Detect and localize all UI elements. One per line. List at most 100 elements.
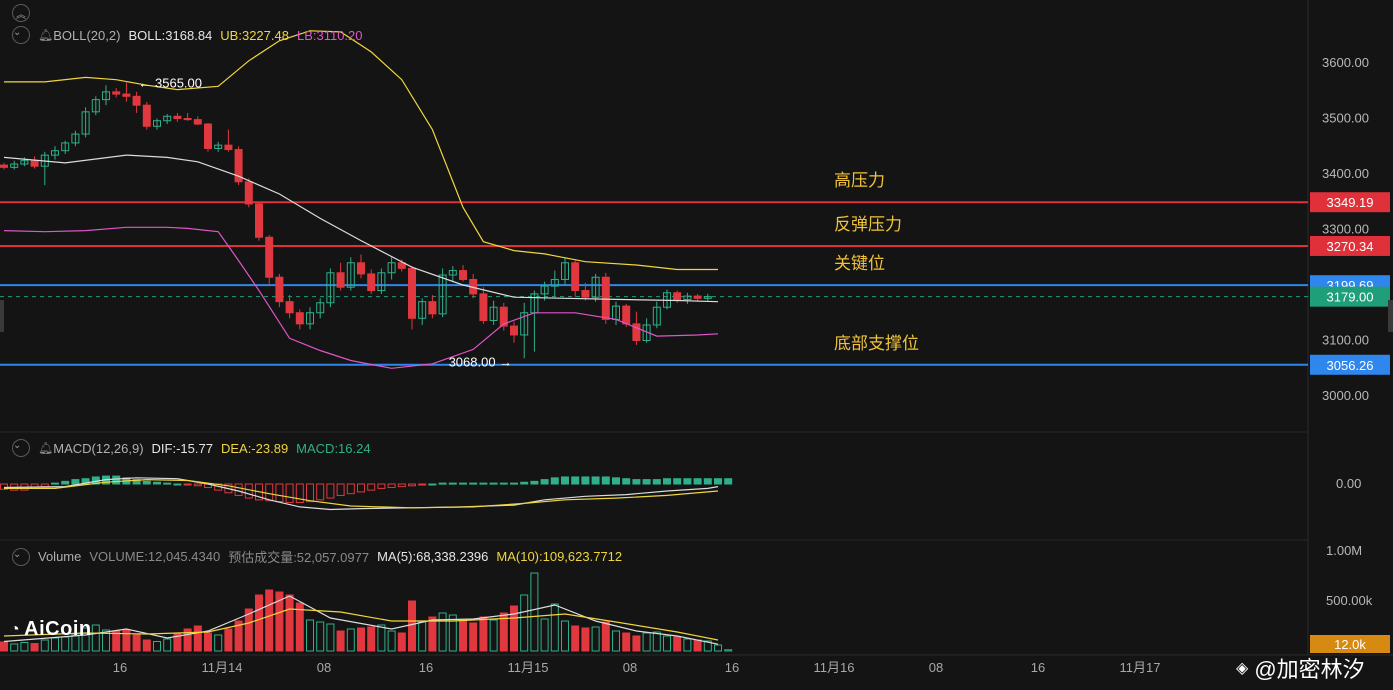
candle-body <box>204 123 212 149</box>
binance-diamond-icon: ◈ <box>1236 660 1249 677</box>
macd-hist-bar <box>357 483 365 493</box>
volume-ma10: MA(10):109,623.7712 <box>496 549 623 564</box>
volume-bar <box>530 572 539 652</box>
macd-hist-bar <box>663 478 671 485</box>
candle-body <box>601 276 610 320</box>
time-axis[interactable]: 16 11月14 08 16 11月15 08 16 11月16 08 16 11月17 <box>113 660 1161 675</box>
aicoin-logo: ◔ AiCoin <box>10 618 92 641</box>
volume-bar <box>40 639 49 652</box>
volume-bar <box>214 634 223 652</box>
volume-bar <box>591 626 600 652</box>
high-price-annotation: ← 3565.00 <box>138 75 202 90</box>
macd-hist-bar <box>306 483 314 503</box>
price-tick-label: 3000.00 <box>1322 388 1369 403</box>
author-watermark: ◈ @加密林汐 <box>1236 652 1365 684</box>
macd-dea-value: DEA:-23.89 <box>220 440 289 456</box>
right-drag-handle <box>1388 300 1393 332</box>
volume-bar <box>357 627 365 652</box>
volume-bar <box>663 635 671 652</box>
price-axis[interactable]: 3600.00 3500.00 3400.00 3300.00 3100.00 3000.… <box>1322 55 1373 608</box>
volume-bar <box>142 639 151 652</box>
time-tick-label: 08 <box>317 660 331 675</box>
macd-hist-bar <box>153 481 161 485</box>
candle-body <box>122 93 131 97</box>
time-tick-label: 16 <box>113 660 127 675</box>
candle-body <box>275 276 284 303</box>
macd-hist-bar <box>397 483 406 488</box>
volume-name[interactable]: Volume <box>38 549 81 564</box>
macd-hist-bar <box>591 476 600 485</box>
level-name-label: 高压力 <box>834 171 885 190</box>
candle-body <box>510 325 518 336</box>
volume-bar <box>316 621 325 652</box>
boll-name[interactable]: BOLL(20,2) <box>53 28 120 43</box>
low-price-annotation: 3068.00 → <box>449 354 513 369</box>
bell-icon[interactable]: 🔔︎ <box>38 28 53 42</box>
macd-hist-bar <box>183 483 192 486</box>
chevron-down-icon[interactable]: ⌄ <box>12 26 30 44</box>
volume-bar <box>163 638 172 652</box>
chevron-down-icon[interactable]: ⌄ <box>12 547 30 566</box>
level-name-label: 反弹压力 <box>834 215 902 234</box>
volume-bar <box>397 632 406 652</box>
candle-body <box>295 312 304 325</box>
macd-hist-bar <box>540 479 549 485</box>
time-tick-label: 16 <box>419 660 433 675</box>
volume-bar <box>683 638 692 652</box>
chart-canvas[interactable]: 12.0k 高压力3349.19反弹压力3270.34关键位3199.69底部支… <box>0 0 1393 690</box>
candle-body <box>408 267 416 319</box>
chevron-up-icon[interactable]: ︽ <box>12 4 30 22</box>
macd-hist-bar <box>622 478 631 485</box>
time-tick-label: 08 <box>623 660 637 675</box>
candle-body <box>357 262 365 275</box>
candle-body <box>367 273 376 292</box>
macd-hist-bar <box>703 478 712 485</box>
volume-bar <box>0 641 8 652</box>
volume-bar <box>510 605 518 652</box>
macd-name[interactable]: MACD(12,26,9) <box>53 441 143 456</box>
macd-legend: ⌄ 🔔︎ MACD(12,26,9) DIF:-15.77 DEA:-23.89… <box>12 439 371 457</box>
macd-hist-value: MACD:16.24 <box>296 440 371 456</box>
volume-bar <box>571 625 580 652</box>
volume-bar <box>540 618 549 652</box>
volume-bar <box>612 630 620 652</box>
candle-body <box>255 203 263 238</box>
volume-tick-label: 1.00M <box>1326 543 1362 558</box>
candlestick-series <box>0 82 712 359</box>
volume-bar <box>724 649 733 652</box>
candle-body <box>183 118 192 121</box>
volume-bar <box>153 641 161 652</box>
candle-body <box>224 144 233 151</box>
candle-body <box>193 119 202 125</box>
macd-hist-bar <box>428 483 437 486</box>
macd-hist-bar <box>265 483 274 502</box>
candle-body <box>581 290 590 298</box>
watermark-text: @加密林汐 <box>1254 657 1365 682</box>
macd-hist-bar <box>40 483 49 488</box>
macd-hist-bar <box>448 482 457 485</box>
volume-bar <box>132 634 141 652</box>
level-price-label: 3270.34 <box>1327 239 1374 254</box>
volume-panel: 12.0k <box>0 572 1390 653</box>
macd-hist-bar <box>652 479 661 485</box>
level-price-label: 3349.19 <box>1327 195 1374 210</box>
aicoin-logo-text: AiCoin <box>24 618 92 640</box>
volume-bar <box>428 616 437 652</box>
volume-bar <box>387 630 396 652</box>
volume-bar <box>255 594 263 652</box>
boll-lb-value: LB:3110.20 <box>296 27 363 43</box>
macd-hist-bar <box>469 482 478 485</box>
volume-bar <box>10 643 19 652</box>
collapse-toggle[interactable]: ︽ <box>12 4 30 23</box>
chevron-down-icon[interactable]: ⌄ <box>12 439 30 457</box>
candle-body <box>693 295 702 299</box>
macd-hist-bar <box>142 480 151 485</box>
volume-bar <box>224 628 233 652</box>
macd-hist-bar <box>612 477 620 485</box>
macd-hist-bar <box>316 483 325 501</box>
axis-drag-handles[interactable] <box>0 300 1393 332</box>
bell-icon[interactable]: 🔔︎ <box>38 441 53 455</box>
support-resistance-lines[interactable]: 高压力3349.19反弹压力3270.34关键位3199.69底部支撑位3056… <box>0 171 1390 375</box>
last-price-label: 3179.00 <box>1327 290 1374 305</box>
candle-body <box>173 115 182 119</box>
